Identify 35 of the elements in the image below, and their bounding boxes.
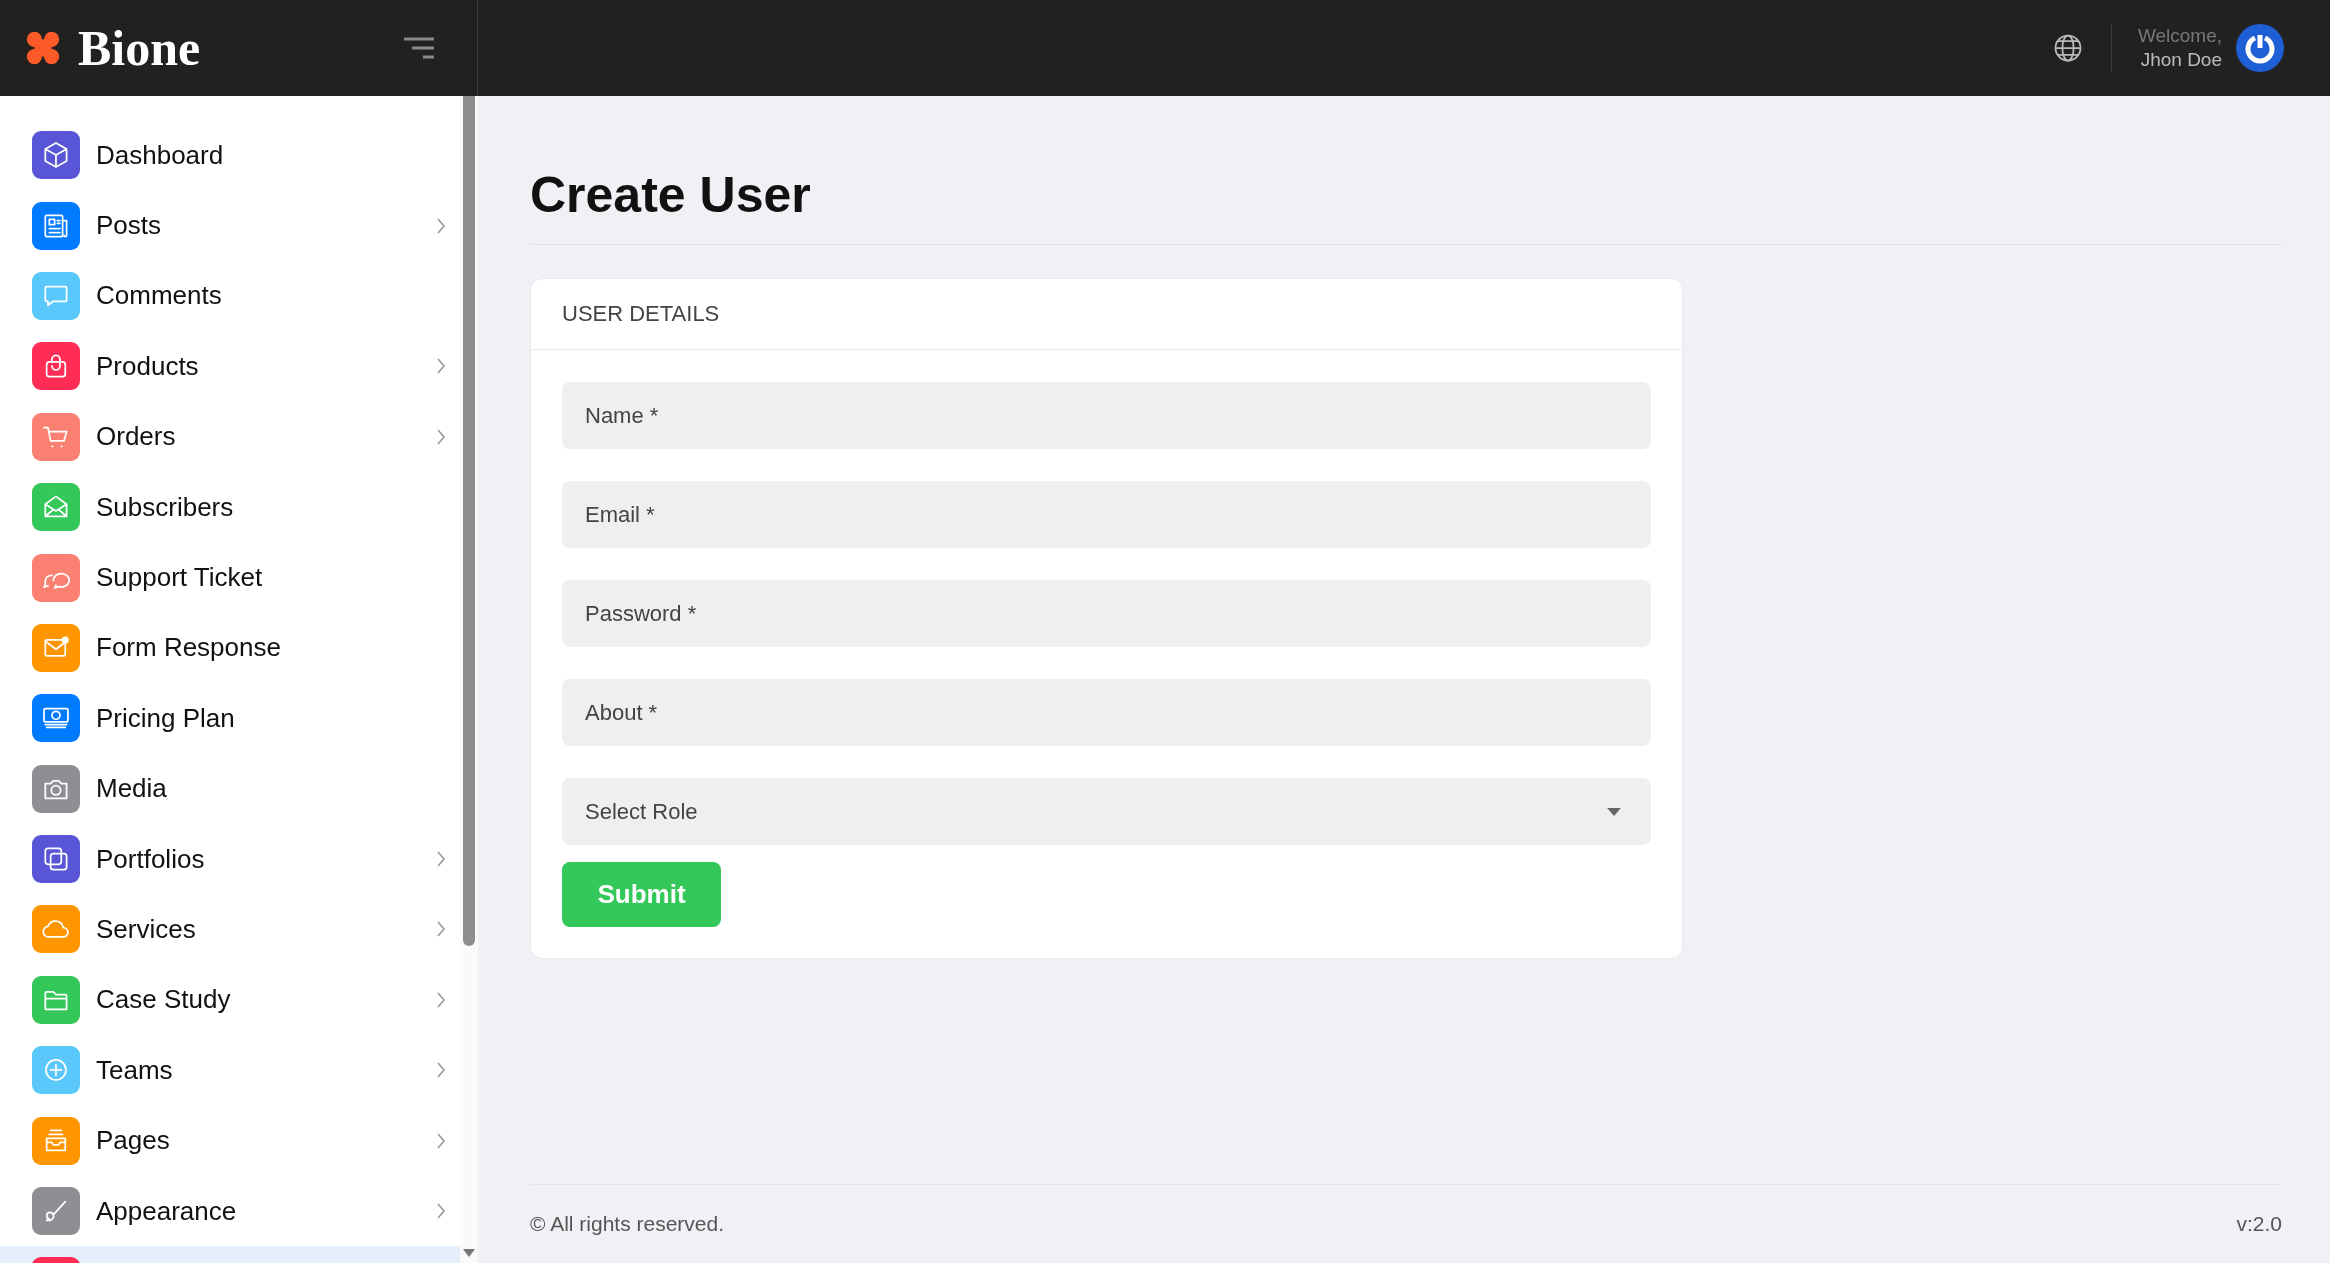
brand-name: Bione [78, 19, 201, 77]
sidebar-item[interactable]: Media [0, 753, 460, 824]
welcome-label: Welcome, [2137, 24, 2222, 48]
input-field[interactable]: Email * [562, 481, 1651, 548]
power-avatar-icon[interactable] [2236, 24, 2284, 72]
sidebar-item[interactable]: Case Study [0, 964, 460, 1036]
sidebar-item[interactable]: Form Response [0, 612, 460, 684]
sidebar-item[interactable]: Dashboard [0, 120, 460, 191]
scrollbar[interactable] [460, 96, 478, 1263]
sidebar-item[interactable]: Pricing Plan [0, 683, 460, 754]
menu-icon[interactable] [403, 37, 435, 59]
sidebar-item[interactable]: Support Ticket [0, 542, 460, 613]
sidebar-item[interactable]: Portfolios [0, 823, 460, 895]
sidebar-item[interactable]: Teams [0, 1035, 460, 1106]
sidebar-item[interactable]: Posts [0, 190, 460, 261]
sidebar-item[interactable]: Appearance [0, 1175, 460, 1247]
role-select[interactable]: Select Role [562, 778, 1651, 845]
copyright-text: © All rights reserved. [530, 1212, 725, 1236]
section-title: USER DETAILS [562, 301, 720, 327]
sidebar-item[interactable]: Products [0, 331, 460, 402]
sidebar-item[interactable]: Comments [0, 260, 460, 332]
input-field[interactable]: Password * [562, 580, 1651, 647]
sidebar-item[interactable]: Subscribers [0, 471, 460, 543]
version-text: v:2.0 [2236, 1212, 2282, 1236]
caret-icon [1607, 807, 1621, 816]
input-field[interactable]: Name * [562, 382, 1651, 449]
sidebar-item[interactable]: Services [0, 894, 460, 965]
scroll-down-icon[interactable] [463, 1249, 475, 1257]
globe-icon[interactable] [2052, 33, 2083, 63]
clover-logo-icon [24, 29, 62, 67]
input-field[interactable]: About * [562, 679, 1651, 746]
sidebar-item[interactable]: Orders [0, 401, 460, 472]
page-title: Create User [530, 166, 812, 224]
sidebar-item[interactable]: Pages [0, 1105, 460, 1176]
user-name: Jhon Doe [2140, 48, 2222, 72]
